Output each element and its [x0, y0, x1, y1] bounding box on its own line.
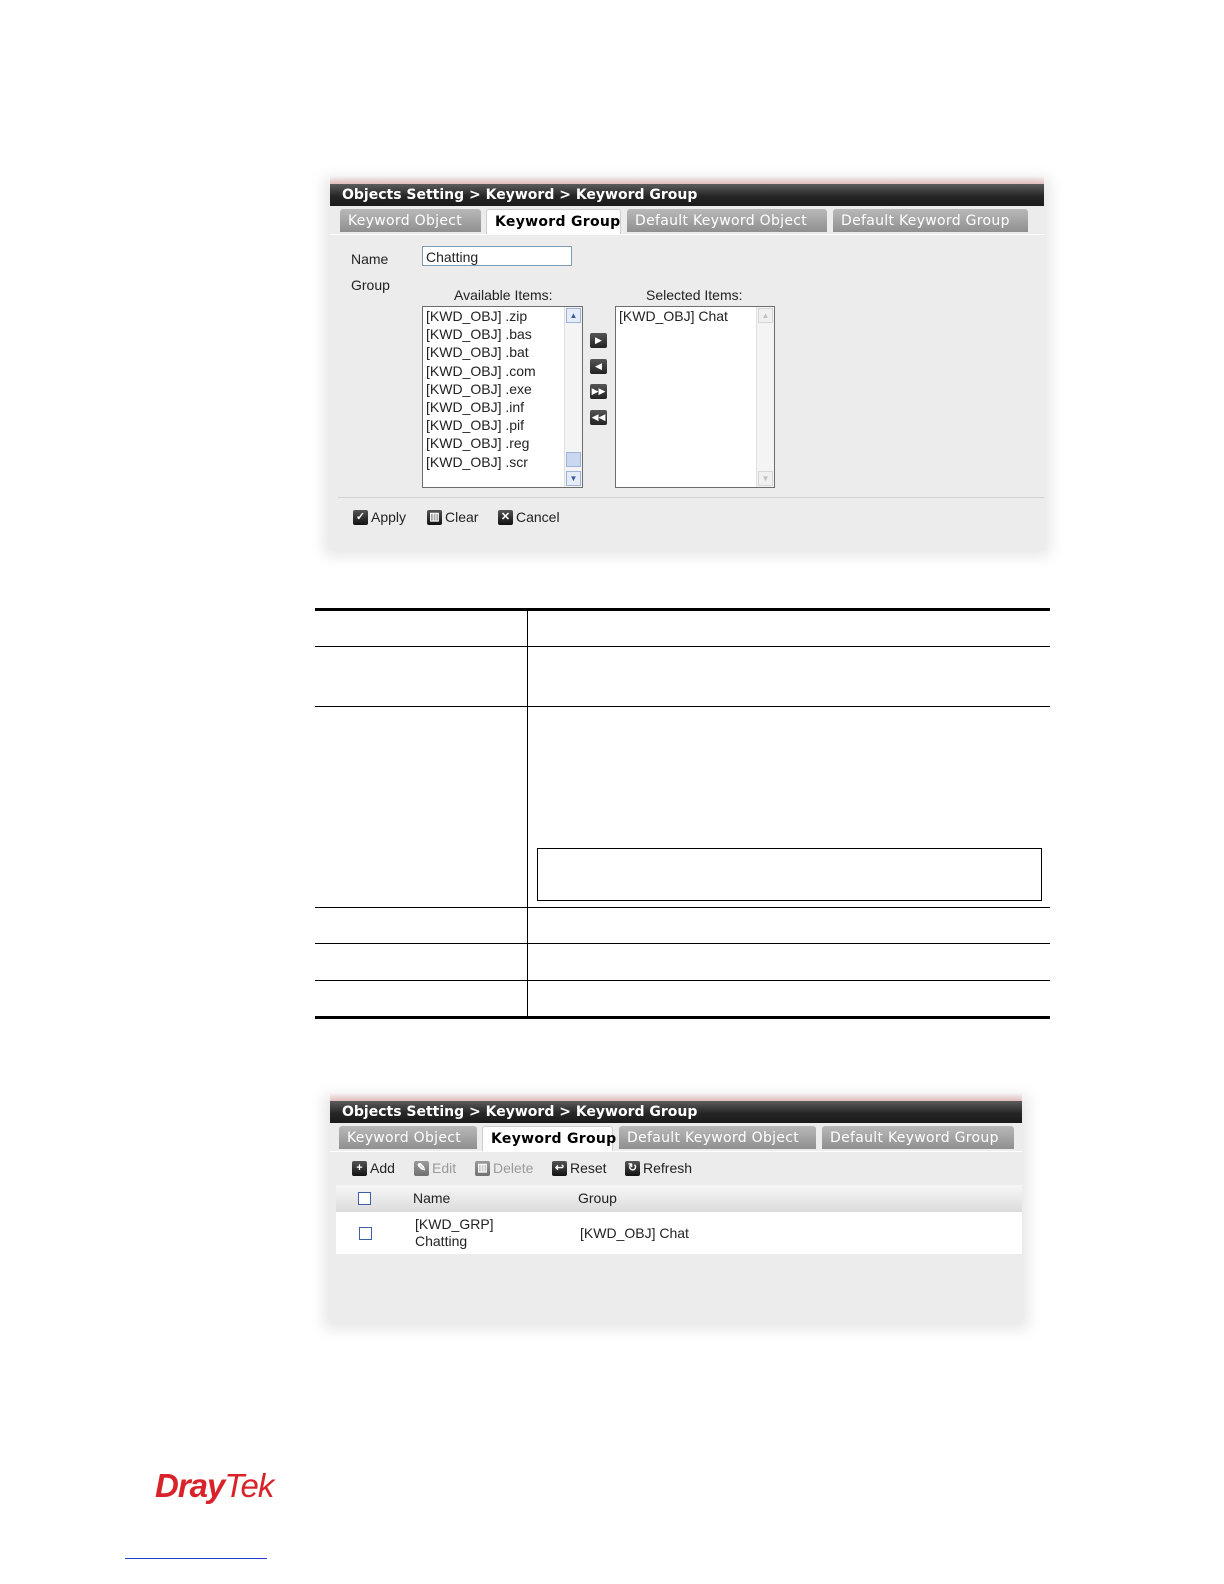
- select-all-checkbox[interactable]: [358, 1192, 371, 1205]
- group-label: Group: [351, 277, 390, 293]
- tab-default-keyword-group[interactable]: Default Keyword Group: [833, 209, 1028, 232]
- move-right-icon[interactable]: ▶: [590, 333, 607, 348]
- table-column-divider: [527, 610, 528, 1017]
- cancel-button[interactable]: ✕ Cancel: [498, 509, 560, 525]
- scroll-down-icon: ▼: [758, 471, 773, 486]
- table-rule: [315, 706, 1050, 707]
- list-item[interactable]: [KWD_OBJ] .scr: [423, 453, 582, 471]
- add-button[interactable]: + Add: [352, 1160, 395, 1176]
- scroll-thumb[interactable]: [566, 452, 581, 467]
- pencil-icon: ✎: [414, 1160, 429, 1176]
- move-left-icon[interactable]: ◀: [590, 359, 607, 374]
- row-checkbox[interactable]: [359, 1227, 372, 1240]
- list-item[interactable]: [KWD_OBJ] Chat: [616, 307, 774, 325]
- edit-label: Edit: [432, 1160, 457, 1176]
- list-item[interactable]: [KWD_OBJ] .com: [423, 362, 582, 380]
- tab-default-keyword-object[interactable]: Default Keyword Object: [627, 209, 827, 232]
- refresh-icon: ↻: [625, 1160, 640, 1176]
- row-name: [KWD_GRP] Chatting: [415, 1216, 494, 1250]
- plus-icon: +: [352, 1160, 367, 1176]
- name-label: Name: [351, 251, 389, 267]
- panel-title: Objects Setting > Keyword > Keyword Grou…: [330, 184, 1044, 206]
- trash-icon: ▥: [427, 509, 442, 525]
- row-group: [KWD_OBJ] Chat: [580, 1225, 689, 1241]
- list-item[interactable]: [KWD_OBJ] .bat: [423, 343, 582, 361]
- available-items-list[interactable]: [KWD_OBJ] .zip [KWD_OBJ] .bas [KWD_OBJ] …: [422, 306, 583, 488]
- row-name-line2: Chatting: [415, 1233, 468, 1249]
- logo-text-dray: Dray: [155, 1467, 225, 1504]
- apply-button[interactable]: ✓ Apply: [353, 509, 406, 525]
- tab-default-keyword-object[interactable]: Default Keyword Object: [619, 1126, 816, 1149]
- column-header-group: Group: [578, 1190, 617, 1206]
- table-header: Name Group: [336, 1185, 1022, 1212]
- delete-label: Delete: [493, 1160, 534, 1176]
- divider: [338, 497, 1044, 498]
- reset-icon: ↩: [552, 1160, 567, 1176]
- delete-button[interactable]: ▥ Delete: [475, 1160, 533, 1176]
- close-icon: ✕: [498, 509, 513, 525]
- move-all-left-icon[interactable]: ◀◀: [590, 410, 607, 425]
- keyword-group-list-panel: Objects Setting > Keyword > Keyword Grou…: [330, 1093, 1022, 1323]
- available-scrollbar[interactable]: ▲ ▼: [564, 307, 582, 487]
- clear-button[interactable]: ▥ Clear: [427, 509, 478, 525]
- tab-bar: Keyword Object Keyword Group Default Key…: [330, 1123, 1022, 1152]
- name-input[interactable]: Chatting: [422, 246, 572, 266]
- move-all-right-icon[interactable]: ▶▶: [590, 384, 607, 399]
- available-items-label: Available Items:: [454, 287, 553, 303]
- table-top-rule: [315, 608, 1050, 611]
- footer-link-rule: [125, 1558, 267, 1559]
- table-rule: [315, 646, 1050, 647]
- clear-label: Clear: [445, 509, 479, 525]
- scroll-up-icon: ▲: [758, 308, 773, 323]
- list-item[interactable]: [KWD_OBJ] .bas: [423, 325, 582, 343]
- add-label: Add: [370, 1160, 395, 1176]
- table-rule: [315, 980, 1050, 981]
- table-row[interactable]: [KWD_GRP] Chatting [KWD_OBJ] Chat: [336, 1212, 1022, 1254]
- tab-default-keyword-group[interactable]: Default Keyword Group: [822, 1126, 1014, 1149]
- selected-items-list[interactable]: [KWD_OBJ] Chat ▲ ▼: [615, 306, 775, 488]
- note-box: [537, 848, 1042, 901]
- table-bottom-rule: [315, 1016, 1050, 1019]
- reset-label: Reset: [570, 1160, 607, 1176]
- table-rule: [315, 943, 1050, 944]
- column-header-name: Name: [413, 1190, 451, 1206]
- tab-keyword-object[interactable]: Keyword Object: [339, 1126, 477, 1149]
- keyword-group-edit-panel: Objects Setting > Keyword > Keyword Grou…: [330, 176, 1044, 550]
- list-item[interactable]: [KWD_OBJ] .zip: [423, 307, 582, 325]
- edit-button[interactable]: ✎ Edit: [414, 1160, 456, 1176]
- panel-title: Objects Setting > Keyword > Keyword Grou…: [330, 1101, 1022, 1123]
- row-name-line1: [KWD_GRP]: [415, 1216, 494, 1232]
- checkmark-icon: ✓: [353, 509, 368, 525]
- scroll-down-icon[interactable]: ▼: [566, 471, 581, 486]
- logo-text-tek: Tek: [224, 1467, 274, 1504]
- tab-keyword-group[interactable]: Keyword Group: [482, 1126, 616, 1151]
- draytek-logo: DrayTek: [155, 1467, 274, 1505]
- list-item[interactable]: [KWD_OBJ] .inf: [423, 398, 582, 416]
- selected-scrollbar: ▲ ▼: [756, 307, 774, 487]
- refresh-button[interactable]: ↻ Refresh: [625, 1160, 692, 1176]
- apply-label: Apply: [371, 509, 407, 525]
- form-body: Name Chatting Group Available Items: Sel…: [330, 235, 1044, 550]
- reset-button[interactable]: ↩ Reset: [552, 1160, 607, 1176]
- selected-items-label: Selected Items:: [646, 287, 743, 303]
- table-rule: [315, 907, 1050, 908]
- list-item[interactable]: [KWD_OBJ] .reg: [423, 434, 582, 452]
- list-body: + Add ✎ Edit ▥ Delete ↩ Reset ↻ Refresh …: [330, 1152, 1022, 1323]
- cancel-label: Cancel: [516, 509, 560, 525]
- refresh-label: Refresh: [643, 1160, 693, 1176]
- list-item[interactable]: [KWD_OBJ] .pif: [423, 416, 582, 434]
- tab-bar: Keyword Object Keyword Group Default Key…: [330, 206, 1044, 235]
- list-item[interactable]: [KWD_OBJ] .exe: [423, 380, 582, 398]
- trash-icon: ▥: [475, 1160, 490, 1176]
- tab-keyword-object[interactable]: Keyword Object: [340, 209, 481, 232]
- tab-keyword-group[interactable]: Keyword Group: [486, 209, 621, 234]
- scroll-up-icon[interactable]: ▲: [566, 308, 581, 323]
